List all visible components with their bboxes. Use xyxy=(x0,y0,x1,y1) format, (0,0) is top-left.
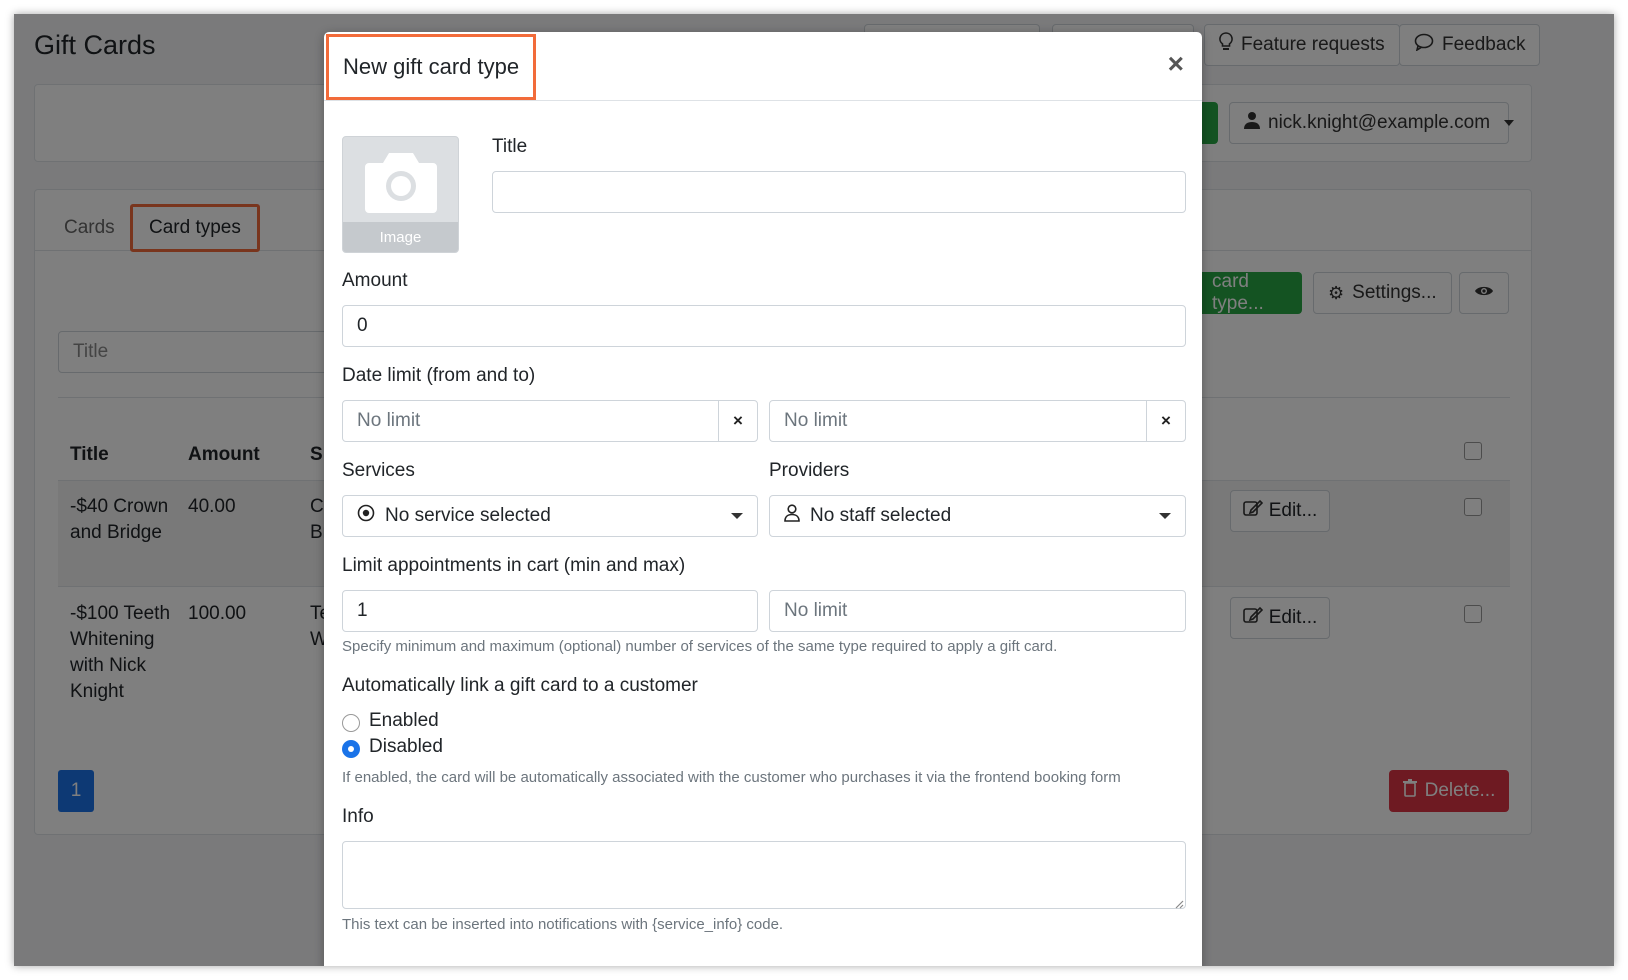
chevron-down-icon xyxy=(731,513,743,519)
info-help-text: This text can be inserted into notificat… xyxy=(342,916,784,933)
camera-icon xyxy=(365,149,437,218)
limit-label: Limit appointments in cart (min and max) xyxy=(342,555,686,576)
providers-value: No staff selected xyxy=(810,505,952,526)
services-dropdown[interactable]: No service selected xyxy=(342,495,758,537)
auto-link-label: Automatically link a gift card to a cust… xyxy=(342,675,698,696)
radio-disabled[interactable] xyxy=(342,740,360,758)
info-textarea[interactable] xyxy=(342,841,1186,909)
radio-enabled[interactable] xyxy=(342,714,360,732)
app-window: Gift Cards Feature requests Feedback nic… xyxy=(14,14,1614,966)
close-icon[interactable]: × xyxy=(1168,50,1184,78)
providers-dropdown[interactable]: No staff selected xyxy=(769,495,1186,537)
limit-min-input[interactable]: 1 xyxy=(342,590,758,632)
image-upload[interactable]: Image xyxy=(342,136,459,253)
image-caption: Image xyxy=(343,222,458,252)
modal-title: New gift card type xyxy=(326,34,537,100)
date-to-input[interactable]: No limit × xyxy=(769,400,1186,442)
chevron-down-icon xyxy=(1159,513,1171,519)
date-to-clear-button[interactable]: × xyxy=(1146,401,1185,441)
date-to-placeholder: No limit xyxy=(784,410,848,431)
title-input[interactable] xyxy=(492,171,1186,213)
title-label: Title xyxy=(492,136,528,157)
date-from-placeholder: No limit xyxy=(357,410,421,431)
auto-link-help-text: If enabled, the card will be automatical… xyxy=(342,769,1121,786)
amount-input[interactable]: 0 xyxy=(342,305,1186,347)
user-outline-icon xyxy=(784,504,800,528)
services-label: Services xyxy=(342,460,415,481)
limit-max-input[interactable]: No limit xyxy=(769,590,1186,632)
services-value: No service selected xyxy=(385,505,551,526)
date-from-input[interactable]: No limit × xyxy=(342,400,758,442)
target-icon xyxy=(357,504,375,528)
info-label: Info xyxy=(342,806,374,827)
providers-label: Providers xyxy=(769,460,850,481)
limit-help-text: Specify minimum and maximum (optional) n… xyxy=(342,638,1058,655)
radio-enabled-label[interactable]: Enabled xyxy=(369,710,439,732)
date-limit-label: Date limit (from and to) xyxy=(342,365,536,386)
resize-handle-icon[interactable] xyxy=(1174,896,1184,909)
amount-label: Amount xyxy=(342,270,408,291)
date-from-clear-button[interactable]: × xyxy=(718,401,757,441)
radio-disabled-label[interactable]: Disabled xyxy=(369,736,443,758)
modal-header: New gift card type × xyxy=(324,32,1202,101)
new-gift-card-type-modal: New gift card type × Image Title Amount … xyxy=(324,32,1202,966)
